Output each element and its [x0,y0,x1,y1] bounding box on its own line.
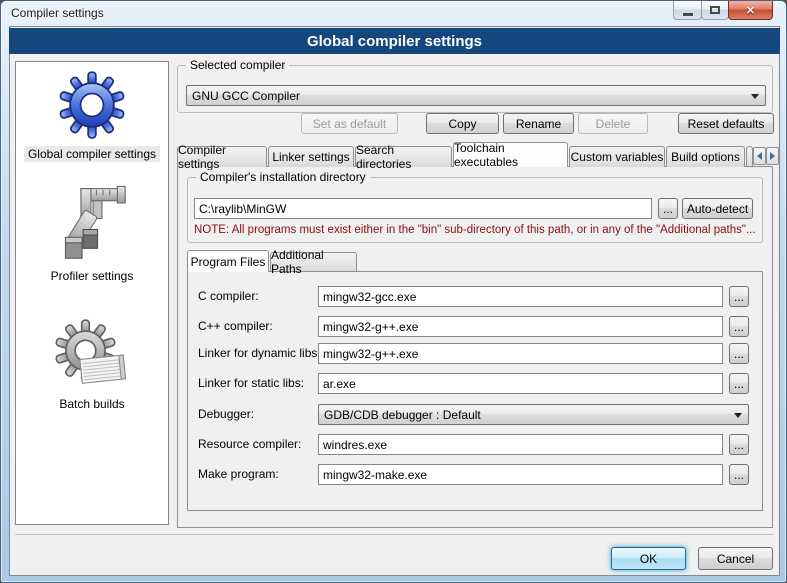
maximize-button[interactable] [701,1,729,20]
static-linker-label: Linker for static libs: [198,373,304,394]
tab-compiler-settings[interactable]: Compiler settings [177,146,267,167]
tab-scroll-right-button[interactable] [766,147,779,165]
window-controls: ✕ [674,1,773,20]
page-title: Global compiler settings [9,28,780,54]
minimize-icon [683,13,693,16]
tab-toolchain-executables[interactable]: Toolchain executables [453,142,568,167]
sidebar-item-batch-builds[interactable]: Batch builds [16,318,168,412]
reset-defaults-button[interactable]: Reset defaults [678,113,774,134]
tab-scroll-left-button[interactable] [753,147,766,165]
delete-button[interactable]: Delete [578,113,648,134]
sidebar-item-global-compiler-settings[interactable]: Global compiler settings [16,66,168,162]
caliper-icon [56,182,128,266]
gray-gear-stack-icon [55,318,129,394]
sidebar-item-label: Global compiler settings [24,146,160,162]
make-program-label: Make program: [198,464,279,485]
installation-directory-browse-button[interactable]: ... [658,198,678,219]
dynamic-linker-browse-button[interactable]: ... [729,343,749,364]
static-linker-browse-button[interactable]: ... [729,373,749,394]
c-compiler-browse-button[interactable]: ... [729,286,749,307]
resource-compiler-label: Resource compiler: [198,434,301,455]
sidebar-item-profiler-settings[interactable]: Profiler settings [16,182,168,284]
resource-compiler-input[interactable] [318,434,723,455]
window-title: Compiler settings [11,6,104,20]
selected-compiler-dropdown[interactable]: GNU GCC Compiler [186,85,766,106]
titlebar[interactable]: Compiler settings ✕ [1,1,787,26]
static-linker-input[interactable] [318,373,723,394]
footer-separator [15,534,774,535]
cpp-compiler-browse-button[interactable]: ... [729,316,749,337]
blue-gear-icon [57,66,127,144]
close-icon: ✕ [746,4,755,17]
minimize-button[interactable] [673,1,702,20]
settings-category-list: Global compiler settings [15,61,169,525]
tab-build-options[interactable]: Build options [666,146,745,167]
compiler-settings-window: Compiler settings ✕ Global compiler sett… [0,0,787,583]
selected-compiler-group: Selected compiler GNU GCC Compiler [177,65,773,113]
debugger-label: Debugger: [198,404,254,425]
make-program-browse-button[interactable]: ... [729,464,749,485]
tab-custom-variables[interactable]: Custom variables [569,146,665,167]
cancel-button[interactable]: Cancel [698,547,773,570]
installation-directory-input[interactable] [194,198,652,219]
make-program-input[interactable] [318,464,723,485]
cpp-compiler-input[interactable] [318,316,723,337]
chevron-down-icon [734,413,742,418]
arrow-right-icon [770,152,775,160]
close-button[interactable]: ✕ [728,1,773,20]
c-compiler-label: C compiler: [198,286,259,307]
c-compiler-input[interactable] [318,286,723,307]
ok-button[interactable]: OK [611,547,686,570]
tab-additional-paths[interactable]: Additional Paths [270,252,357,271]
tab-linker-settings[interactable]: Linker settings [268,146,354,167]
resource-compiler-browse-button[interactable]: ... [729,434,749,455]
tab-program-files[interactable]: Program Files [187,250,269,272]
chevron-down-icon [751,94,759,99]
tab-partial[interactable] [746,146,753,166]
auto-detect-button[interactable]: Auto-detect [682,198,753,219]
tab-search-directories[interactable]: Search directories [355,146,452,167]
selected-compiler-group-label: Selected compiler [186,58,289,72]
installation-directory-group: Compiler's installation directory ... Au… [187,177,763,243]
sidebar-item-label: Batch builds [55,396,128,412]
dynamic-linker-label: Linker for dynamic libs: [198,343,321,364]
set-as-default-button[interactable]: Set as default [301,113,398,134]
dynamic-linker-input[interactable] [318,343,723,364]
maximize-icon [710,6,720,14]
installation-directory-group-label: Compiler's installation directory [196,170,370,184]
installation-note: NOTE: All programs must exist either in … [194,224,756,236]
sidebar-item-label: Profiler settings [47,268,138,284]
rename-button[interactable]: Rename [503,113,574,134]
debugger-value: GDB/CDB debugger : Default [324,408,481,422]
debugger-dropdown[interactable]: GDB/CDB debugger : Default [318,404,749,425]
cpp-compiler-label: C++ compiler: [198,316,273,337]
copy-button[interactable]: Copy [426,113,499,134]
arrow-left-icon [757,152,762,160]
program-files-panel: C compiler: ... C++ compiler: ... Linker… [187,271,763,511]
selected-compiler-value: GNU GCC Compiler [192,89,300,103]
